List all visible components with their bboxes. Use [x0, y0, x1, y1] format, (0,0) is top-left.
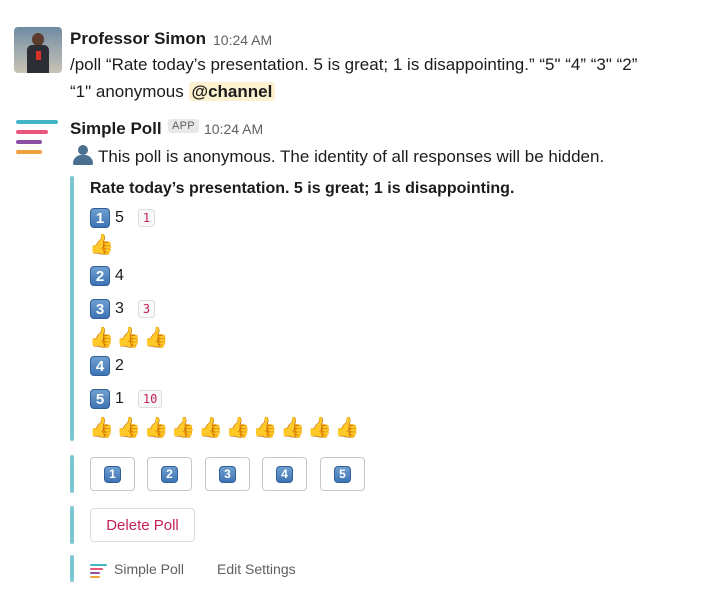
timestamp[interactable]: 10:24 AM — [213, 32, 272, 48]
vote-thumbs: 👍 👍 👍 👍 👍 👍 👍 👍 👍 👍 — [89, 415, 362, 441]
thumbs-up-icon: 👍 — [252, 417, 278, 439]
vote-count: 1 — [137, 209, 156, 227]
vote-count: 3 — [137, 300, 156, 318]
option-label: 3 — [115, 300, 124, 317]
avatar[interactable] — [14, 27, 62, 73]
thumbs-up-icon: 👍 — [307, 417, 333, 439]
poll-option: 3 3 3 — [90, 298, 156, 320]
anonymous-notice: This poll is anonymous. The identity of … — [72, 145, 604, 167]
thumbs-up-icon: 👍 — [89, 417, 114, 439]
simple-poll-logo[interactable] — [16, 118, 60, 162]
thumbs-up-icon: 👍 — [89, 234, 114, 256]
delete-bar — [70, 506, 74, 544]
poll-option: 2 4 — [90, 265, 124, 287]
app-badge: APP — [168, 119, 199, 133]
keycap-1-icon: 1 — [90, 208, 110, 228]
keycap-4-icon: 4 — [276, 465, 293, 483]
keycap-2-icon: 2 — [90, 266, 110, 286]
thumbs-up-icon: 👍 — [198, 417, 224, 439]
vote-count: 10 — [137, 390, 163, 408]
option-label: 5 — [115, 209, 124, 226]
keycap-5-icon: 5 — [334, 465, 351, 483]
vote-button-4[interactable]: 4 — [262, 457, 307, 491]
vote-button-1[interactable]: 1 — [90, 457, 135, 491]
command-text-line-2: “1" anonymous @channel — [70, 82, 276, 102]
edit-settings-link[interactable]: Edit Settings — [217, 561, 296, 577]
sender-name[interactable]: Professor Simon — [70, 29, 206, 49]
anonymous-notice-text: This poll is anonymous. The identity of … — [98, 147, 605, 166]
poll-option: 1 5 1 — [90, 207, 156, 229]
thumbs-up-icon: 👍 — [334, 417, 360, 439]
thumbs-up-icon: 👍 — [225, 417, 251, 439]
app-sender-name[interactable]: Simple Poll — [70, 119, 162, 139]
simple-poll-small-logo — [90, 564, 108, 578]
keycap-3-icon: 3 — [90, 299, 110, 319]
poll-option: 4 2 — [90, 355, 124, 377]
thumbs-up-icon: 👍 — [143, 417, 169, 439]
vote-button-3[interactable]: 3 — [205, 457, 250, 491]
vote-thumbs: 👍 👍 👍 — [89, 325, 171, 351]
attachment-bar — [70, 176, 74, 441]
keycap-1-icon: 1 — [104, 465, 121, 483]
thumbs-up-icon: 👍 — [89, 327, 114, 349]
command-text-line-1: /poll “Rate today’s presentation. 5 is g… — [70, 55, 638, 74]
option-label: 2 — [115, 357, 124, 374]
bust-silhouette-icon — [72, 145, 94, 165]
keycap-5-icon: 5 — [90, 389, 110, 409]
footer-app-name[interactable]: Simple Poll — [114, 561, 184, 577]
command-text-prefix: “1" anonymous — [70, 82, 189, 101]
keycap-2-icon: 2 — [161, 465, 178, 483]
option-label: 1 — [115, 390, 124, 407]
channel-mention[interactable]: @channel — [188, 82, 276, 101]
app-timestamp[interactable]: 10:24 AM — [204, 121, 263, 137]
thumbs-up-icon: 👍 — [143, 327, 169, 349]
thumbs-up-icon: 👍 — [116, 327, 142, 349]
thumbs-up-icon: 👍 — [170, 417, 196, 439]
thumbs-up-icon: 👍 — [280, 417, 305, 439]
poll-option: 5 1 10 — [90, 388, 163, 410]
keycap-3-icon: 3 — [219, 465, 236, 483]
poll-question: Rate today’s presentation. 5 is great; 1… — [90, 180, 515, 197]
buttons-bar — [70, 455, 74, 493]
vote-button-5[interactable]: 5 — [320, 457, 365, 491]
thumbs-up-icon: 👍 — [116, 417, 142, 439]
vote-button-2[interactable]: 2 — [147, 457, 192, 491]
option-label: 4 — [115, 267, 124, 284]
footer-bar — [70, 555, 74, 582]
vote-thumbs: 👍 — [89, 232, 116, 258]
keycap-4-icon: 4 — [90, 356, 110, 376]
delete-poll-button[interactable]: Delete Poll — [90, 508, 195, 542]
